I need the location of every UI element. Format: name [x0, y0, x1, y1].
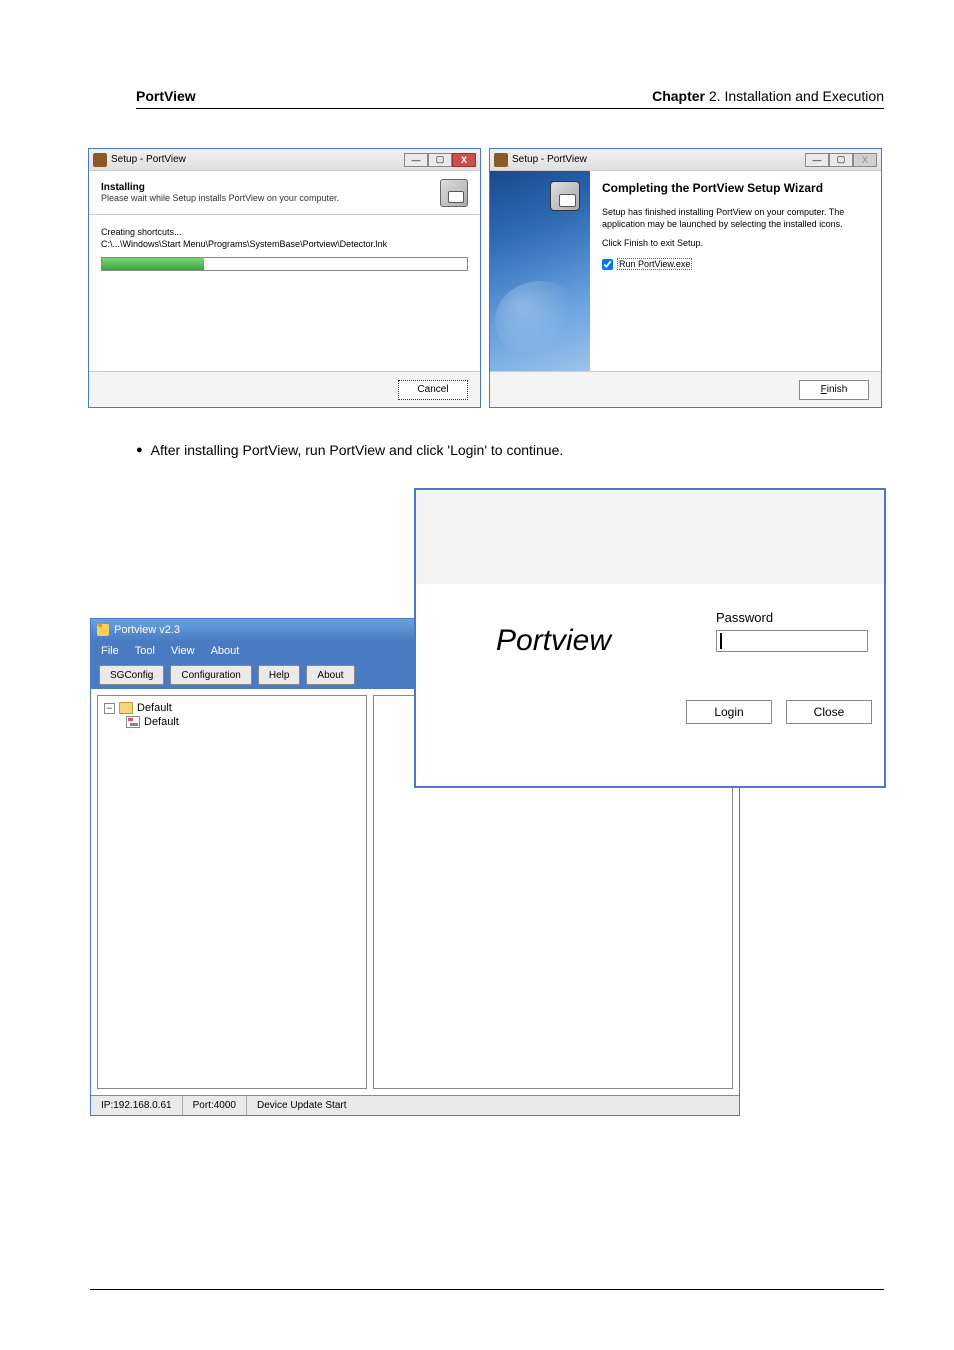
installer-icon	[440, 179, 468, 207]
menu-file[interactable]: File	[101, 645, 119, 657]
portview-container: Portview v2.3 File Tool View About SGCon…	[90, 488, 888, 1118]
side-swirl	[495, 281, 585, 361]
installing-subheading: Please wait while Setup installs PortVie…	[101, 193, 339, 203]
status-update: Device Update Start	[247, 1096, 739, 1115]
setup-app-icon	[93, 153, 107, 167]
minimize-icon[interactable]: —	[805, 153, 829, 167]
menu-about[interactable]: About	[211, 645, 240, 657]
run-checkbox-label[interactable]: Run PortView.exe	[617, 258, 692, 270]
installing-footer: Cancel	[89, 371, 480, 407]
installer-icon	[550, 181, 580, 211]
toolbar-sgconfig[interactable]: SGConfig	[99, 665, 164, 685]
header-left: PortView	[136, 88, 196, 104]
portview-statusbar: IP:192.168.0.61 Port:4000 Device Update …	[91, 1095, 739, 1115]
cancel-button[interactable]: Cancel	[398, 380, 468, 400]
portview-title: Portview v2.3	[114, 624, 180, 636]
password-input[interactable]	[716, 630, 868, 652]
window-controls: — ▢ X	[404, 153, 476, 167]
installing-header: Installing Please wait while Setup insta…	[89, 171, 480, 215]
installing-status-line2: C:\...\Windows\Start Menu\Programs\Syste…	[101, 239, 468, 249]
bottom-rule	[90, 1289, 884, 1290]
page-header: PortView Chapter 2. Installation and Exe…	[136, 88, 884, 109]
setup-app-icon	[494, 153, 508, 167]
completing-titlebar: Setup - PortView — ▢ X	[490, 149, 881, 171]
completing-text1: Setup has finished installing PortView o…	[602, 207, 869, 230]
close-button[interactable]: Close	[786, 700, 872, 724]
menu-tool[interactable]: Tool	[135, 645, 155, 657]
status-ip: IP:192.168.0.61	[91, 1096, 183, 1115]
maximize-icon: ▢	[428, 153, 452, 167]
menu-view[interactable]: View	[171, 645, 195, 657]
installing-heading: Installing	[101, 182, 339, 193]
instruction-bullet: After installing PortView, run PortView …	[136, 442, 563, 458]
folder-icon	[119, 702, 133, 714]
tree-child-node[interactable]: Default	[126, 716, 360, 728]
installing-dialog: Setup - PortView — ▢ X Installing Please…	[88, 148, 481, 408]
install-progress-fill	[102, 258, 204, 270]
device-icon	[126, 716, 140, 728]
setup-screenshots-row: Setup - PortView — ▢ X Installing Please…	[88, 148, 882, 408]
completing-side-image	[490, 171, 590, 371]
login-header-band	[416, 490, 884, 584]
toolbar-help[interactable]: Help	[258, 665, 301, 685]
toolbar-about[interactable]: About	[306, 665, 354, 685]
window-controls: — ▢ X	[805, 153, 877, 167]
close-icon: X	[853, 153, 877, 167]
tree-collapse-icon[interactable]: −	[104, 703, 115, 714]
completing-body: Completing the PortView Setup Wizard Set…	[490, 171, 881, 371]
maximize-icon: ▢	[829, 153, 853, 167]
minimize-icon[interactable]: —	[404, 153, 428, 167]
completing-dialog: Setup - PortView — ▢ X Completing the Po…	[489, 148, 882, 408]
installing-title: Setup - PortView	[111, 154, 186, 165]
portview-tree: − Default Default	[97, 695, 367, 1089]
installing-titlebar: Setup - PortView — ▢ X	[89, 149, 480, 171]
tree-child-label: Default	[144, 716, 179, 728]
portview-app-icon	[97, 624, 109, 636]
finish-button[interactable]: Finish	[799, 380, 869, 400]
run-checkbox-row: Run PortView.exe	[602, 258, 869, 270]
completing-footer: Finish	[490, 371, 881, 407]
completing-heading: Completing the PortView Setup Wizard	[602, 181, 869, 195]
completing-title: Setup - PortView	[512, 154, 587, 165]
completing-text2: Click Finish to exit Setup.	[602, 238, 869, 250]
password-label: Password	[716, 610, 773, 625]
tree-root-node[interactable]: − Default	[104, 702, 360, 714]
install-progress-bar	[101, 257, 468, 271]
login-button[interactable]: Login	[686, 700, 772, 724]
close-icon[interactable]: X	[452, 153, 476, 167]
login-brand: Portview	[496, 624, 611, 658]
installing-progress-area: Creating shortcuts... C:\...\Windows\Sta…	[89, 215, 480, 283]
toolbar-configuration[interactable]: Configuration	[170, 665, 251, 685]
header-right: Chapter 2. Installation and Execution	[652, 88, 884, 104]
run-checkbox[interactable]	[602, 259, 613, 270]
installing-body: Installing Please wait while Setup insta…	[89, 171, 480, 371]
installing-status-line1: Creating shortcuts...	[101, 227, 468, 237]
status-port: Port:4000	[183, 1096, 247, 1115]
portview-login-dialog: Portview Password Login Close	[414, 488, 886, 788]
tree-root-label: Default	[137, 702, 172, 714]
